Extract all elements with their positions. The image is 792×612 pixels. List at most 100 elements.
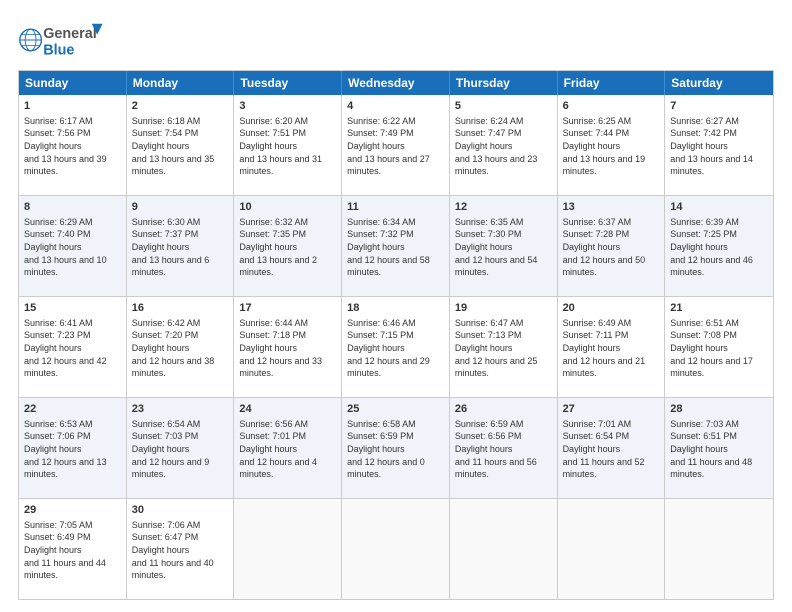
- calendar-cell: 25Sunrise: 6:58 AMSunset: 6:59 PMDayligh…: [342, 398, 450, 498]
- day-number: 26: [455, 402, 552, 417]
- calendar-week: 1Sunrise: 6:17 AMSunset: 7:56 PMDaylight…: [19, 95, 773, 196]
- day-number: 19: [455, 301, 552, 316]
- calendar-cell: 18Sunrise: 6:46 AMSunset: 7:15 PMDayligh…: [342, 297, 450, 397]
- day-number: 17: [239, 301, 336, 316]
- calendar-cell: 28Sunrise: 7:03 AMSunset: 6:51 PMDayligh…: [665, 398, 773, 498]
- day-number: 15: [24, 301, 121, 316]
- calendar-cell: [558, 499, 666, 599]
- day-number: 3: [239, 99, 336, 114]
- calendar-week: 22Sunrise: 6:53 AMSunset: 7:06 PMDayligh…: [19, 398, 773, 499]
- day-number: 23: [132, 402, 229, 417]
- calendar-cell: 20Sunrise: 6:49 AMSunset: 7:11 PMDayligh…: [558, 297, 666, 397]
- cell-info: Sunrise: 6:56 AMSunset: 7:01 PMDaylight …: [239, 418, 336, 481]
- calendar-cell: 4Sunrise: 6:22 AMSunset: 7:49 PMDaylight…: [342, 95, 450, 195]
- calendar-cell: 26Sunrise: 6:59 AMSunset: 6:56 PMDayligh…: [450, 398, 558, 498]
- day-number: 27: [563, 402, 660, 417]
- day-number: 25: [347, 402, 444, 417]
- day-number: 29: [24, 503, 121, 518]
- cell-info: Sunrise: 7:01 AMSunset: 6:54 PMDaylight …: [563, 418, 660, 481]
- day-number: 8: [24, 200, 121, 215]
- cell-info: Sunrise: 6:49 AMSunset: 7:11 PMDaylight …: [563, 317, 660, 380]
- day-number: 7: [670, 99, 768, 114]
- day-number: 5: [455, 99, 552, 114]
- day-header: Wednesday: [342, 71, 450, 95]
- cell-info: Sunrise: 6:59 AMSunset: 6:56 PMDaylight …: [455, 418, 552, 481]
- cell-info: Sunrise: 6:58 AMSunset: 6:59 PMDaylight …: [347, 418, 444, 481]
- header: General Blue: [18, 18, 774, 62]
- day-number: 20: [563, 301, 660, 316]
- cell-info: Sunrise: 6:32 AMSunset: 7:35 PMDaylight …: [239, 216, 336, 279]
- calendar-cell: 22Sunrise: 6:53 AMSunset: 7:06 PMDayligh…: [19, 398, 127, 498]
- day-number: 1: [24, 99, 121, 114]
- calendar-cell: 9Sunrise: 6:30 AMSunset: 7:37 PMDaylight…: [127, 196, 235, 296]
- day-number: 6: [563, 99, 660, 114]
- page: General Blue SundayMondayTuesdayWednesda…: [0, 0, 792, 612]
- cell-info: Sunrise: 6:41 AMSunset: 7:23 PMDaylight …: [24, 317, 121, 380]
- cell-info: Sunrise: 6:18 AMSunset: 7:54 PMDaylight …: [132, 115, 229, 178]
- cell-info: Sunrise: 6:29 AMSunset: 7:40 PMDaylight …: [24, 216, 121, 279]
- day-number: 16: [132, 301, 229, 316]
- calendar-cell: [234, 499, 342, 599]
- day-header: Friday: [558, 71, 666, 95]
- cell-info: Sunrise: 6:42 AMSunset: 7:20 PMDaylight …: [132, 317, 229, 380]
- cell-info: Sunrise: 6:37 AMSunset: 7:28 PMDaylight …: [563, 216, 660, 279]
- cell-info: Sunrise: 6:47 AMSunset: 7:13 PMDaylight …: [455, 317, 552, 380]
- calendar-cell: 1Sunrise: 6:17 AMSunset: 7:56 PMDaylight…: [19, 95, 127, 195]
- cell-info: Sunrise: 6:25 AMSunset: 7:44 PMDaylight …: [563, 115, 660, 178]
- cell-info: Sunrise: 7:03 AMSunset: 6:51 PMDaylight …: [670, 418, 768, 481]
- calendar-cell: [665, 499, 773, 599]
- calendar-cell: 8Sunrise: 6:29 AMSunset: 7:40 PMDaylight…: [19, 196, 127, 296]
- cell-info: Sunrise: 6:22 AMSunset: 7:49 PMDaylight …: [347, 115, 444, 178]
- calendar-cell: 10Sunrise: 6:32 AMSunset: 7:35 PMDayligh…: [234, 196, 342, 296]
- day-number: 11: [347, 200, 444, 215]
- day-header: Sunday: [19, 71, 127, 95]
- calendar-body: 1Sunrise: 6:17 AMSunset: 7:56 PMDaylight…: [19, 95, 773, 599]
- calendar-cell: 14Sunrise: 6:39 AMSunset: 7:25 PMDayligh…: [665, 196, 773, 296]
- calendar-cell: 24Sunrise: 6:56 AMSunset: 7:01 PMDayligh…: [234, 398, 342, 498]
- calendar-header: SundayMondayTuesdayWednesdayThursdayFrid…: [19, 71, 773, 95]
- cell-info: Sunrise: 7:05 AMSunset: 6:49 PMDaylight …: [24, 519, 121, 582]
- cell-info: Sunrise: 6:54 AMSunset: 7:03 PMDaylight …: [132, 418, 229, 481]
- calendar-cell: 29Sunrise: 7:05 AMSunset: 6:49 PMDayligh…: [19, 499, 127, 599]
- calendar-cell: 27Sunrise: 7:01 AMSunset: 6:54 PMDayligh…: [558, 398, 666, 498]
- svg-text:General: General: [43, 26, 97, 42]
- calendar-cell: 23Sunrise: 6:54 AMSunset: 7:03 PMDayligh…: [127, 398, 235, 498]
- day-header: Saturday: [665, 71, 773, 95]
- calendar-cell: [450, 499, 558, 599]
- calendar-cell: 16Sunrise: 6:42 AMSunset: 7:20 PMDayligh…: [127, 297, 235, 397]
- day-number: 13: [563, 200, 660, 215]
- day-number: 14: [670, 200, 768, 215]
- cell-info: Sunrise: 6:35 AMSunset: 7:30 PMDaylight …: [455, 216, 552, 279]
- calendar-week: 8Sunrise: 6:29 AMSunset: 7:40 PMDaylight…: [19, 196, 773, 297]
- calendar-cell: 17Sunrise: 6:44 AMSunset: 7:18 PMDayligh…: [234, 297, 342, 397]
- day-number: 18: [347, 301, 444, 316]
- calendar-cell: 5Sunrise: 6:24 AMSunset: 7:47 PMDaylight…: [450, 95, 558, 195]
- cell-info: Sunrise: 7:06 AMSunset: 6:47 PMDaylight …: [132, 519, 229, 582]
- day-number: 30: [132, 503, 229, 518]
- cell-info: Sunrise: 6:27 AMSunset: 7:42 PMDaylight …: [670, 115, 768, 178]
- day-number: 4: [347, 99, 444, 114]
- day-header: Monday: [127, 71, 235, 95]
- calendar-cell: 30Sunrise: 7:06 AMSunset: 6:47 PMDayligh…: [127, 499, 235, 599]
- day-number: 10: [239, 200, 336, 215]
- calendar-cell: 7Sunrise: 6:27 AMSunset: 7:42 PMDaylight…: [665, 95, 773, 195]
- calendar-cell: 6Sunrise: 6:25 AMSunset: 7:44 PMDaylight…: [558, 95, 666, 195]
- calendar-cell: 11Sunrise: 6:34 AMSunset: 7:32 PMDayligh…: [342, 196, 450, 296]
- cell-info: Sunrise: 6:51 AMSunset: 7:08 PMDaylight …: [670, 317, 768, 380]
- day-number: 9: [132, 200, 229, 215]
- calendar: SundayMondayTuesdayWednesdayThursdayFrid…: [18, 70, 774, 600]
- logo: General Blue: [18, 18, 108, 62]
- calendar-week: 29Sunrise: 7:05 AMSunset: 6:49 PMDayligh…: [19, 499, 773, 599]
- calendar-week: 15Sunrise: 6:41 AMSunset: 7:23 PMDayligh…: [19, 297, 773, 398]
- cell-info: Sunrise: 6:20 AMSunset: 7:51 PMDaylight …: [239, 115, 336, 178]
- day-number: 28: [670, 402, 768, 417]
- cell-info: Sunrise: 6:39 AMSunset: 7:25 PMDaylight …: [670, 216, 768, 279]
- calendar-cell: [342, 499, 450, 599]
- cell-info: Sunrise: 6:53 AMSunset: 7:06 PMDaylight …: [24, 418, 121, 481]
- cell-info: Sunrise: 6:46 AMSunset: 7:15 PMDaylight …: [347, 317, 444, 380]
- calendar-cell: 12Sunrise: 6:35 AMSunset: 7:30 PMDayligh…: [450, 196, 558, 296]
- day-number: 24: [239, 402, 336, 417]
- svg-text:Blue: Blue: [43, 42, 74, 58]
- day-number: 12: [455, 200, 552, 215]
- calendar-cell: 21Sunrise: 6:51 AMSunset: 7:08 PMDayligh…: [665, 297, 773, 397]
